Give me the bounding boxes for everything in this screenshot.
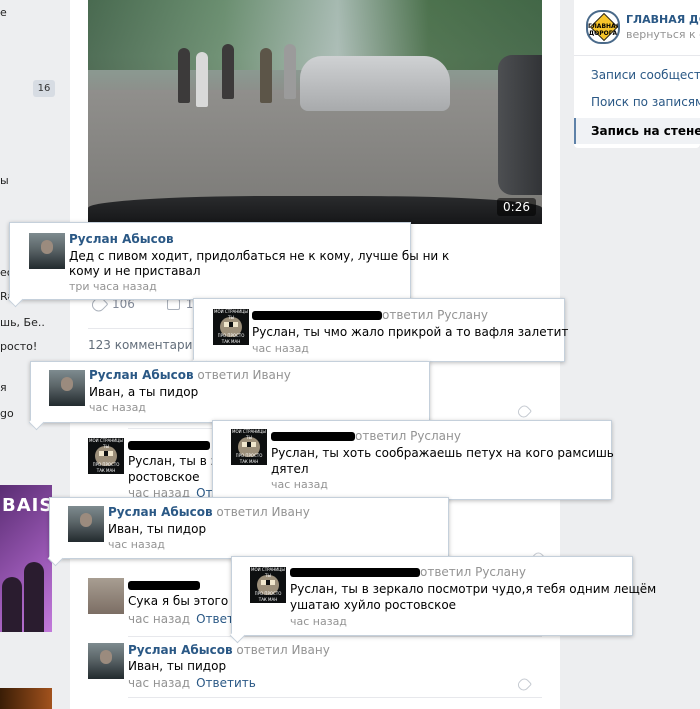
- popup-author[interactable]: ответил Руслану: [252, 308, 488, 322]
- comment-author[interactable]: [128, 578, 200, 592]
- popup-text: Дед с пивом ходит, придолбаться не к ком…: [69, 249, 450, 263]
- comment-author[interactable]: [128, 438, 210, 452]
- reply-popup: Руслан Абысов ответил Ивану Иван, а ты п…: [30, 361, 430, 423]
- sidebar-fragment[interactable]: росто!: [0, 340, 37, 353]
- nav-search-posts[interactable]: Поиск по записям: [574, 89, 700, 115]
- comment-text: ростовское: [128, 470, 200, 484]
- popup-time: час назад: [89, 401, 146, 414]
- sidebar-fragment[interactable]: go: [0, 407, 14, 420]
- ad-banner[interactable]: BAIS: [0, 485, 52, 632]
- avatar[interactable]: [29, 233, 65, 269]
- popup-time: три часа назад: [69, 280, 157, 293]
- group-name[interactable]: ГЛАВНАЯ ДОР: [626, 13, 700, 26]
- popup-text: Иван, ты пидор: [108, 522, 207, 536]
- popup-author[interactable]: Руслан Абысов ответил Ивану: [89, 368, 291, 382]
- avatar[interactable]: МОИ СТРАНИЦЫ ТЫ ПРО ПРОСТО ТАК МАН: [88, 438, 124, 474]
- sidebar-fragment[interactable]: е: [0, 6, 7, 19]
- comment-item: Руслан Абысов ответил Ивану Иван, ты пид…: [88, 643, 542, 695]
- left-sidebar: е 16 ы ec Ra шь, Бе.. росто! я go BAIS: [0, 0, 70, 709]
- avatar[interactable]: [88, 578, 124, 614]
- back-link[interactable]: вернуться к ст: [626, 28, 700, 41]
- video-player[interactable]: 0:26: [88, 0, 542, 224]
- popup-time: час назад: [108, 538, 165, 551]
- nav-wall-post[interactable]: Запись на стене: [574, 118, 700, 144]
- nav-community-posts[interactable]: Записи сообщества: [574, 62, 700, 88]
- right-panel: ГЛАВНАЯ ДОРОГА ГЛАВНАЯ ДОР вернуться к с…: [574, 0, 700, 148]
- popup-time: час назад: [252, 342, 309, 355]
- reply-popup: МОИ СТРАНИЦЫ ТЫ ПРО ПРОСТО ТАК МАН ответи…: [231, 556, 656, 636]
- avatar[interactable]: МОИ СТРАНИЦЫ ТЫ ПРО ПРОСТО ТАК МАН: [250, 567, 286, 603]
- comment-text: Сука я бы этого ш: [128, 594, 243, 608]
- heart-icon[interactable]: [515, 676, 533, 693]
- ad-banner-2[interactable]: [0, 688, 52, 709]
- divider: [128, 636, 542, 637]
- avatar[interactable]: МОИ СТРАНИЦЫ ТЫ ПРО ПРОСТО ТАК МАН: [213, 309, 249, 345]
- banner-logo: BAIS: [2, 495, 52, 516]
- popup-text: кому и не приставал: [69, 264, 201, 278]
- popup-time: час назад: [290, 615, 347, 628]
- comments-count[interactable]: 123 комментария: [88, 338, 200, 352]
- popup-author[interactable]: Руслан Абысов: [69, 232, 174, 246]
- avatar[interactable]: [49, 370, 85, 406]
- comment-icon: [166, 299, 180, 310]
- comment-author[interactable]: Руслан Абысов ответил Ивану: [128, 643, 330, 657]
- sidebar-fragment[interactable]: я: [0, 381, 7, 394]
- sidebar-fragment[interactable]: шь, Бе..: [0, 316, 45, 329]
- reply-popup: МОИ СТРАНИЦЫ ТЫ ПРО ПРОСТО ТАК МАН ответи…: [212, 420, 614, 500]
- divider: [574, 55, 700, 56]
- sidebar-fragment[interactable]: ы: [0, 174, 9, 187]
- popup-text: Руслан, ты хоть соображаешь петух на ког…: [271, 446, 614, 460]
- reply-popup: МОИ СТРАНИЦЫ ТЫ ПРО ПРОСТО ТАК МАН ответи…: [193, 298, 569, 362]
- avatar[interactable]: [88, 643, 124, 679]
- popup-author[interactable]: ответил Руслану: [290, 565, 526, 579]
- popup-time: час назад: [271, 478, 328, 491]
- avatar[interactable]: [68, 506, 104, 542]
- comment-text: Иван, ты пидор: [128, 659, 227, 673]
- popup-text: Руслан, ты чмо жало прикрой а то вафля з…: [252, 325, 569, 339]
- popup-text: Руслан, ты в зеркало посмотри чудо,я теб…: [290, 582, 657, 596]
- popup-author[interactable]: Руслан Абысов ответил Ивану: [108, 505, 310, 519]
- comment-meta: час назад Ответить: [128, 676, 256, 690]
- car-image: [300, 56, 450, 111]
- avatar[interactable]: МОИ СТРАНИЦЫ ТЫ ПРО ПРОСТО ТАК МАН: [231, 429, 267, 465]
- group-logo[interactable]: ГЛАВНАЯ ДОРОГА: [586, 10, 620, 44]
- reply-popup: Руслан Абысов ответил Ивану Иван, ты пид…: [49, 497, 449, 559]
- heart-icon[interactable]: [515, 403, 533, 420]
- reply-link[interactable]: Ответить: [196, 676, 256, 690]
- reply-popup: Руслан Абысов Дед с пивом ходит, придолб…: [9, 222, 449, 300]
- popup-text: ушатаю хуйло ростовское: [290, 598, 457, 612]
- video-duration: 0:26: [497, 198, 536, 216]
- counter-badge: 16: [33, 80, 55, 97]
- popup-text: Иван, а ты пидор: [89, 385, 199, 399]
- divider: [128, 697, 542, 698]
- popup-text: дятел: [271, 462, 309, 476]
- popup-author[interactable]: ответил Руслану: [271, 429, 461, 443]
